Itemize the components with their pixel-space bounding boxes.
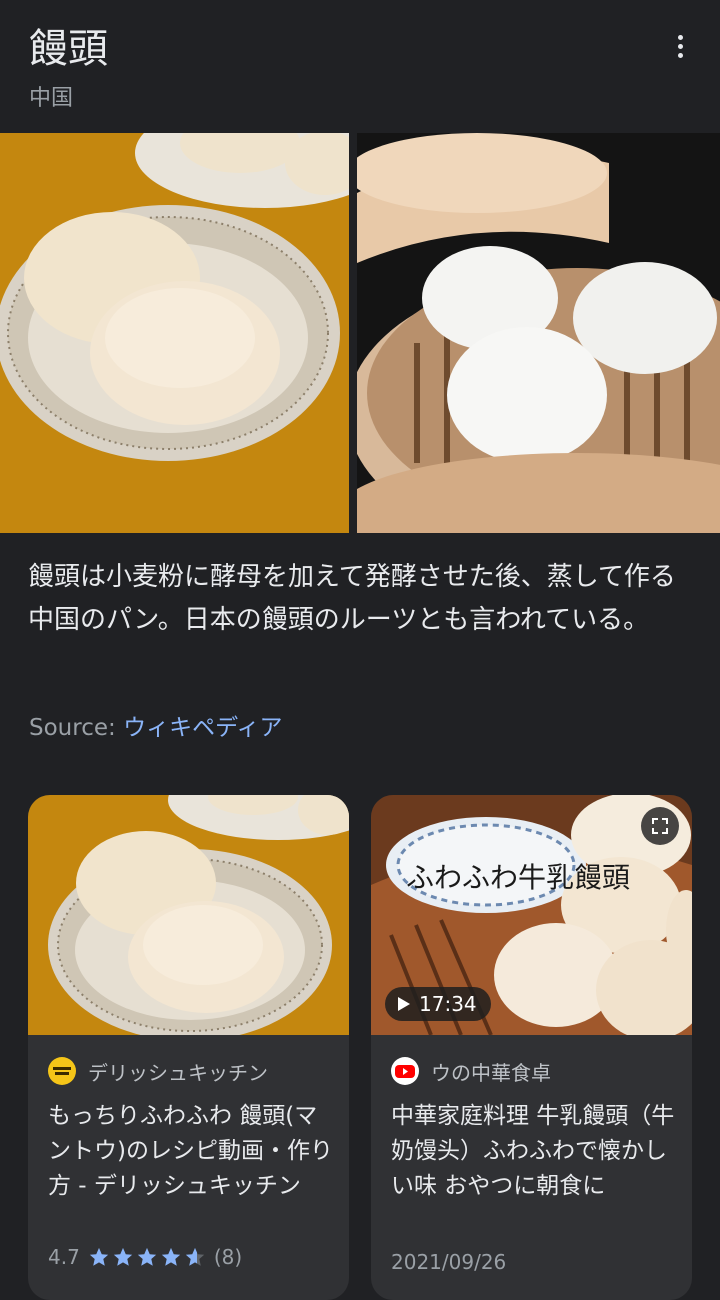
hero-image-steamer[interactable] xyxy=(357,133,720,533)
recipe-card[interactable]: デリッシュキッチン もっちりふわふわ 饅頭(マントウ)のレシピ動画・作り方 - … xyxy=(28,795,349,1300)
star-icon xyxy=(161,1247,180,1266)
entity-subtitle: 中国 xyxy=(29,86,74,111)
card-title[interactable]: 中華家庭料理 牛乳饅頭（牛奶馒头）ふわふわで懐かしい味 おやつに朝食に xyxy=(391,1099,681,1204)
expand-icon[interactable] xyxy=(641,807,679,845)
delish-kitchen-logo-icon xyxy=(48,1057,76,1085)
video-thumbnail: ふわふわ牛乳饅頭 17:34 xyxy=(371,795,692,1035)
source-line: Source: ウィキペディア xyxy=(29,708,282,742)
rating-value: 4.7 xyxy=(48,1245,80,1269)
recipe-thumbnail xyxy=(28,795,349,1035)
star-icon xyxy=(89,1247,108,1266)
rating-row: 4.7 (8) xyxy=(48,1245,242,1269)
source-label: Source: xyxy=(29,715,116,741)
video-date: 2021/09/26 xyxy=(391,1250,507,1274)
hero-image-plate[interactable] xyxy=(0,133,349,533)
thumbnail-overlay-text: ふわふわ牛乳饅頭 xyxy=(406,861,630,894)
star-half-icon xyxy=(185,1247,204,1266)
site-name: デリッシュキッチン xyxy=(88,1060,268,1085)
video-duration: 17:34 xyxy=(419,992,477,1016)
site-name: ウの中華食卓 xyxy=(431,1060,551,1085)
youtube-logo-icon xyxy=(391,1057,419,1085)
knowledge-panel-header: 饅頭 中国 xyxy=(0,0,720,133)
site-row: デリッシュキッチン xyxy=(48,1057,268,1085)
site-row: ウの中華食卓 xyxy=(391,1057,551,1085)
video-duration-badge: 17:34 xyxy=(385,987,491,1021)
entity-description: 饅頭は小麦粉に酵母を加えて発酵させた後、蒸して作る中国のパン。日本の饅頭のルーツ… xyxy=(28,562,676,635)
source-link[interactable]: ウィキペディア xyxy=(123,715,282,741)
review-count: (8) xyxy=(213,1245,243,1269)
entity-title: 饅頭 xyxy=(28,26,108,72)
play-icon xyxy=(398,997,410,1011)
card-title[interactable]: もっちりふわふわ 饅頭(マントウ)のレシピ動画・作り方 - デリッシュキッチン xyxy=(48,1099,338,1204)
star-icon xyxy=(137,1247,156,1266)
more-options-icon[interactable] xyxy=(662,28,698,64)
hero-images xyxy=(0,133,720,533)
star-icon xyxy=(113,1247,132,1266)
star-rating xyxy=(88,1246,206,1268)
video-card[interactable]: ふわふわ牛乳饅頭 17:34 ウの中華食卓 中華家庭料理 牛乳饅頭（牛奶馒头）ふ… xyxy=(371,795,692,1300)
